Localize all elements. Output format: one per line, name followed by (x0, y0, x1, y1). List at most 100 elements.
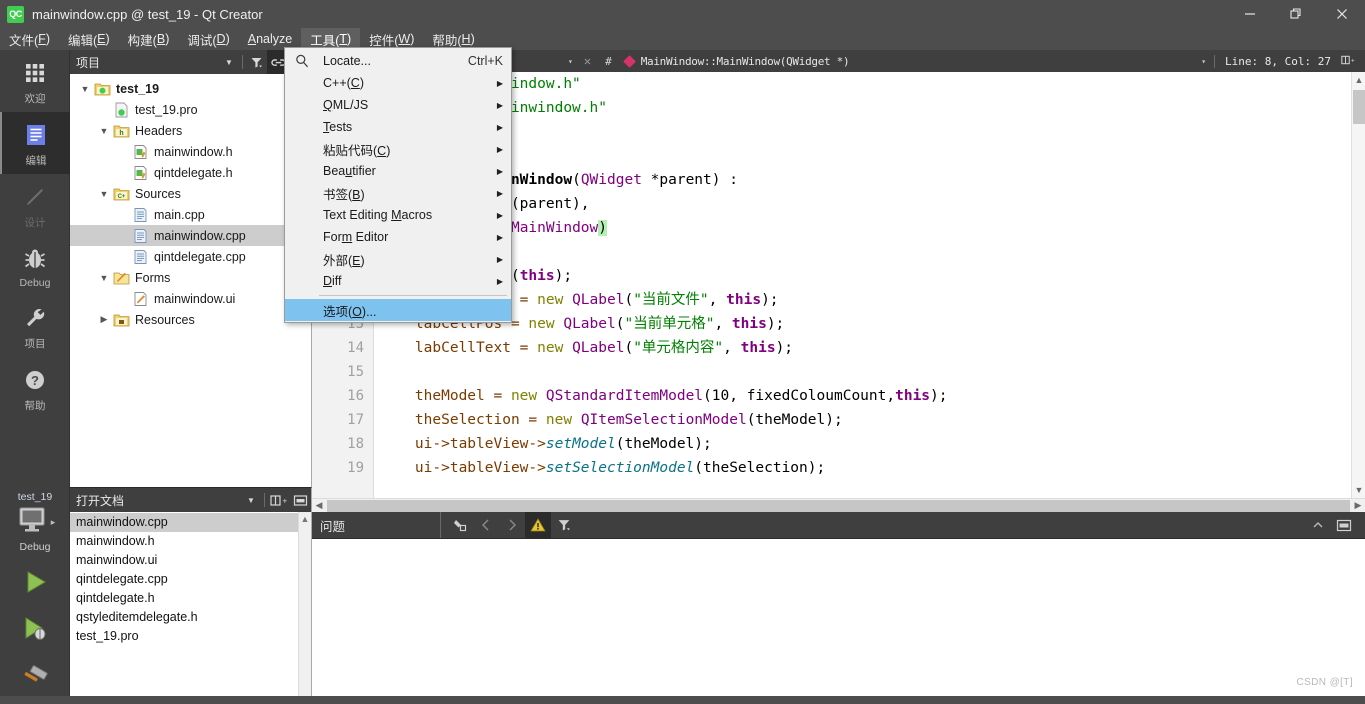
run-button[interactable] (18, 567, 52, 602)
menu-item-6[interactable]: 书签(B) ▶ (285, 182, 511, 204)
svg-text:C+: C+ (118, 194, 126, 200)
tree-item-resources[interactable]: ▶ Resources (70, 309, 311, 330)
minimize-button[interactable] (1227, 0, 1273, 28)
filter-icon[interactable] (551, 512, 577, 538)
open-document-item[interactable]: mainwindow.cpp (70, 513, 311, 532)
open-document-item[interactable]: qstyleditemdelegate.h (70, 608, 311, 627)
open-document-item[interactable]: mainwindow.ui (70, 551, 311, 570)
split-add-icon[interactable]: + (267, 488, 289, 512)
menu-item-0[interactable]: Locate... Ctrl+K (285, 50, 511, 72)
tree-item-test-19-pro[interactable]: test_19.pro (70, 99, 311, 120)
filter-icon[interactable] (245, 50, 267, 74)
twisty-expanded-icon[interactable]: ▼ (95, 273, 113, 283)
issues-panel-body[interactable]: CSDN @[T] (312, 538, 1365, 696)
menu-item-3[interactable]: Tests ▶ (285, 116, 511, 138)
maximize-button[interactable] (1273, 0, 1319, 28)
menu-item-7[interactable]: Text Editing Macros ▶ (285, 204, 511, 226)
project-tree: ▼ test_19 test_19.pro ▼ h Headers mainwindow.h… (70, 74, 311, 330)
menu-1[interactable]: 编辑(E) (59, 28, 119, 50)
scroll-down-icon[interactable]: ▼ (1352, 482, 1365, 498)
build-button[interactable] (18, 661, 52, 692)
menu-item-4[interactable]: 粘贴代码(C) ▶ (285, 138, 511, 160)
open-document-item[interactable]: test_19.pro (70, 627, 311, 646)
editor-vertical-scrollbar[interactable]: ▲ ▼ (1351, 72, 1365, 498)
mode-welcome[interactable]: 欢迎 (0, 50, 70, 112)
filter-dropdown-icon[interactable]: ▼ (218, 50, 240, 74)
tree-item-mainwindow-ui[interactable]: mainwindow.ui (70, 288, 311, 309)
tree-item-forms[interactable]: ▼ Forms (70, 267, 311, 288)
menu-2[interactable]: 构建(B) (119, 28, 179, 50)
menu-item-12[interactable]: 选项(O)... (285, 299, 511, 321)
start-debugging-button[interactable] (18, 614, 52, 649)
close-split-icon[interactable] (289, 488, 311, 512)
dropdown-icon[interactable]: ▼ (240, 488, 262, 512)
mode-edit[interactable]: 编辑 (0, 112, 70, 174)
code-token: , (714, 316, 732, 332)
maximize-output-icon[interactable] (1331, 512, 1357, 538)
scroll-up-icon[interactable]: ▲ (1352, 72, 1365, 88)
tree-item-qintdelegate-cpp[interactable]: qintdelegate.cpp (70, 246, 311, 267)
code-line: MainWindow::MainWindow(QWidget *parent) … (375, 168, 1351, 192)
qt-creator-window: QC mainwindow.cpp @ test_19 - Qt Creator… (0, 0, 1365, 704)
mode-debug[interactable]: Debug (0, 236, 70, 295)
code-token: 10 (711, 388, 730, 404)
code-token: (theSelection); (694, 460, 826, 476)
menu-item-2[interactable]: QML/JS ▶ (285, 94, 511, 116)
code-line: ui->setupUi(this); (375, 264, 1351, 288)
close-document-icon[interactable]: ✕ (578, 54, 597, 68)
editor-horizontal-scrollbar[interactable]: ◀ ▶ (312, 498, 1365, 512)
menu-item-label: 外部(E) (323, 253, 365, 268)
menu-item-9[interactable]: 外部(E) ▶ (285, 248, 511, 270)
warning-filter-icon[interactable] (525, 512, 551, 538)
ui-file-icon (132, 291, 149, 307)
window-controls (1227, 0, 1365, 28)
menu-0[interactable]: 文件(F) (0, 28, 59, 50)
menu-item-5[interactable]: Beautifier ▶ (285, 160, 511, 182)
collapse-panel-icon[interactable] (1305, 512, 1331, 538)
tree-item-sources[interactable]: ▼ C+ Sources (70, 183, 311, 204)
line-column-indicator[interactable]: Line: 8, Col: 27 (1214, 54, 1341, 68)
current-symbol[interactable]: MainWindow::MainWindow(QWidget *) (620, 50, 855, 72)
close-button[interactable] (1319, 0, 1365, 28)
symbol-chevron-down-icon[interactable]: ▾ (1201, 57, 1214, 66)
tree-item-mainwindow-cpp[interactable]: mainwindow.cpp (70, 225, 311, 246)
menu-item-10[interactable]: Diff ▶ (285, 270, 511, 292)
open-document-item[interactable]: qintdelegate.cpp (70, 570, 311, 589)
mode-help[interactable]: ? 帮助 (0, 357, 70, 419)
clear-issues-icon[interactable] (447, 512, 473, 538)
open-document-item[interactable]: qintdelegate.h (70, 589, 311, 608)
mode-design[interactable]: 设计 (0, 174, 70, 236)
open-document-item[interactable]: mainwindow.h (70, 532, 311, 551)
pencil-icon (21, 183, 49, 211)
previous-issue-icon[interactable] (473, 512, 499, 538)
issues-title: 问题 (320, 519, 346, 534)
tree-item-mainwindow-h[interactable]: mainwindow.h (70, 141, 311, 162)
next-issue-icon[interactable] (499, 512, 525, 538)
twisty-expanded-icon[interactable]: ▼ (95, 189, 113, 199)
open-documents-scrollbar[interactable]: ▲ (298, 512, 311, 704)
tree-item-main-cpp[interactable]: main.cpp (70, 204, 311, 225)
code-text-area[interactable]: #include "mainwindow.h"#include "ui_main… (375, 72, 1351, 498)
tree-item-qintdelegate-h[interactable]: qintdelegate.h (70, 162, 311, 183)
mode-projects[interactable]: 项目 (0, 295, 70, 357)
twisty-collapsed-icon[interactable]: ▶ (95, 314, 113, 325)
kit-selector[interactable]: ▸ (15, 505, 55, 540)
scroll-thumb-horizontal[interactable] (327, 499, 1350, 512)
scroll-up-icon[interactable]: ▲ (299, 512, 311, 524)
scroll-left-icon[interactable]: ◀ (312, 500, 326, 511)
twisty-expanded-icon[interactable]: ▼ (76, 84, 94, 94)
cpp-file-icon (132, 228, 149, 244)
scroll-thumb[interactable] (1353, 90, 1365, 124)
menu-3[interactable]: 调试(D) (178, 28, 238, 50)
menu-item-8[interactable]: Form Editor ▶ (285, 226, 511, 248)
mode-label: 项目 (24, 338, 46, 350)
mode-label: Debug (19, 277, 51, 289)
tree-item-test-19[interactable]: ▼ test_19 (70, 78, 311, 99)
hash-icon[interactable]: # (597, 55, 620, 68)
scroll-right-icon[interactable]: ▶ (1351, 500, 1365, 511)
twisty-expanded-icon[interactable]: ▼ (95, 126, 113, 136)
split-editor-icon[interactable]: + (1341, 54, 1365, 69)
tree-item-headers[interactable]: ▼ h Headers (70, 120, 311, 141)
menu-item-1[interactable]: C++(C) ▶ (285, 72, 511, 94)
